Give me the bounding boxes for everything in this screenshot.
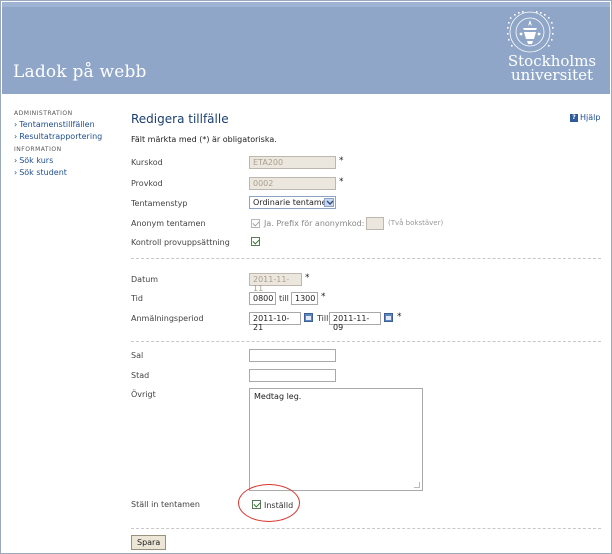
sidebar-link-tentamenstillfallen[interactable]: › Tentamenstillfällen: [14, 120, 119, 129]
stall-in-tentamen-label: Ställ in tentamen: [131, 500, 200, 509]
tid-from-field[interactable]: 0800: [249, 292, 276, 305]
required-marker: *: [397, 312, 402, 322]
tid-to-field[interactable]: 1300: [291, 292, 318, 305]
kurskod-field: ETA200: [249, 156, 336, 169]
save-button[interactable]: Spara: [131, 535, 167, 550]
required-marker: *: [339, 177, 344, 187]
required-marker: *: [321, 292, 326, 302]
anonym-hint: (Två bokstäver): [388, 219, 444, 227]
required-fields-note: Fält märkta med (*) är obligatoriska.: [131, 135, 277, 144]
app-title: Ladok på webb: [13, 62, 147, 82]
anonym-checkbox-label: Ja. Prefix för anonymkod:: [264, 219, 365, 228]
anmalningsperiod-from-field[interactable]: 2011-10-21: [249, 312, 301, 332]
anmalningsperiod-till-label: Till: [317, 314, 329, 323]
section-divider: [131, 341, 601, 342]
tid-label: Tid: [131, 294, 143, 303]
ovrigt-textarea[interactable]: Medtag leg.: [249, 388, 423, 491]
provkod-label: Provkod: [131, 179, 163, 188]
sidebar-link-sok-kurs[interactable]: › Sök kurs: [14, 156, 119, 165]
anmalningsperiod-to-field[interactable]: 2011-11-09: [329, 312, 381, 332]
section-divider: [131, 528, 601, 529]
sidebar-link-sok-student[interactable]: › Sök student: [14, 168, 119, 177]
tentamenstyp-label: Tentamenstyp: [131, 199, 188, 208]
kontroll-checkbox[interactable]: [251, 237, 260, 246]
tid-till-label: till: [279, 294, 289, 303]
ovrigt-text: Medtag leg.: [254, 392, 302, 401]
help-icon: ?: [570, 113, 578, 122]
university-name-logo: Stockholms universitet: [507, 52, 597, 84]
section-divider: [131, 258, 601, 259]
calendar-icon[interactable]: [304, 313, 313, 322]
chevron-right-icon: ›: [14, 120, 18, 129]
sidebar-section-administration: ADMINISTRATION › Tentamenstillfällen › Res…: [14, 110, 119, 141]
help-label: Hjälp: [580, 113, 601, 122]
sidebar: ADMINISTRATION › Tentamenstillfällen › Res…: [14, 110, 119, 182]
calendar-icon[interactable]: [384, 313, 393, 322]
tentamenstyp-selected-value: Ordinarie tentamen: [253, 198, 332, 207]
resize-grip-icon[interactable]: [414, 482, 420, 488]
datum-label: Datum: [131, 275, 159, 284]
sidebar-link-resultatrapportering[interactable]: › Resultatrapportering: [14, 132, 119, 141]
datum-field: 2011-11-11: [249, 273, 302, 293]
tentamenstyp-select[interactable]: Ordinarie tentamen: [249, 196, 336, 209]
anonym-tentamen-label: Anonym tentamen: [131, 219, 206, 228]
sidebar-section-information: INFORMATION › Sök kurs › Sök student: [14, 146, 119, 177]
sal-field[interactable]: [249, 349, 336, 362]
anmalningsperiod-label: Anmälningsperiod: [131, 314, 204, 323]
anonym-prefix-field: [366, 217, 384, 230]
anonym-checkbox: [251, 219, 260, 228]
kontroll-label: Kontroll provuppsättning: [131, 238, 230, 247]
stad-label: Stad: [131, 371, 150, 380]
required-marker: *: [339, 156, 344, 166]
stad-field[interactable]: [249, 369, 336, 382]
sal-label: Sal: [131, 351, 144, 360]
chevron-right-icon: ›: [14, 156, 18, 165]
page-title: Redigera tillfälle: [131, 112, 229, 126]
chevron-right-icon: ›: [14, 168, 18, 177]
required-marker: *: [305, 273, 310, 283]
chevron-right-icon: ›: [14, 132, 18, 141]
highlight-circle: [238, 484, 300, 522]
ovrigt-label: Övrigt: [131, 390, 156, 399]
chevron-down-icon: [324, 198, 334, 207]
sidebar-heading: ADMINISTRATION: [14, 110, 73, 117]
help-link[interactable]: ? Hjälp: [570, 113, 600, 122]
provkod-field: 0002: [249, 177, 336, 190]
sidebar-heading: INFORMATION: [14, 146, 62, 153]
kurskod-label: Kurskod: [131, 158, 163, 167]
